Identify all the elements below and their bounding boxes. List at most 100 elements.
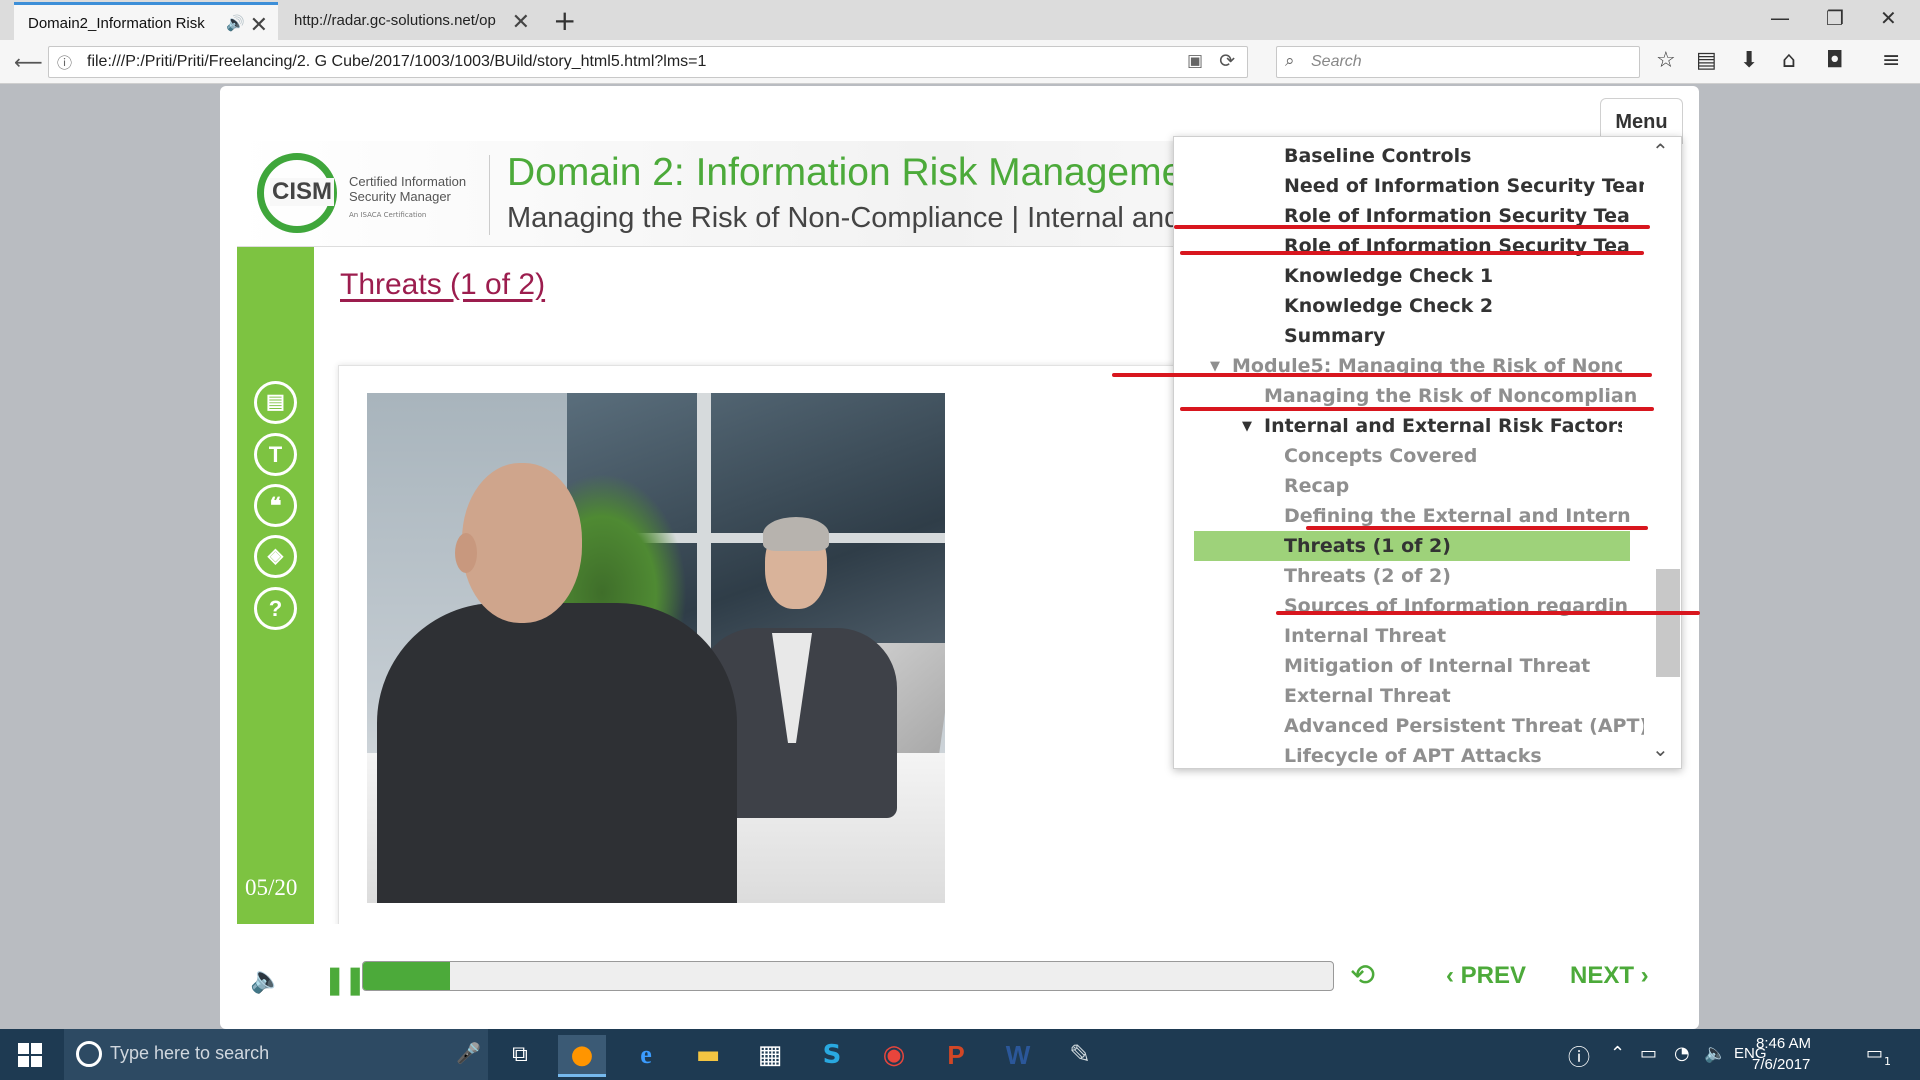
task-view-icon[interactable]: ⧉ [496, 1035, 544, 1077]
search-icon: ⌕ [1285, 51, 1295, 71]
logo-caption: Certified Information Security Manager [349, 174, 466, 204]
menu-item-label: Managing the Risk of Noncomplian [1264, 385, 1638, 407]
photo-ear [455, 533, 477, 573]
logo-text: CISM [270, 178, 334, 206]
pause-button[interactable]: ❚❚ [323, 963, 367, 996]
menu-dropdown: Baseline Controls Need of Information Sec… [1173, 136, 1682, 769]
notification-icon[interactable]: ▭ [1866, 1043, 1883, 1064]
bookmark-star-icon[interactable]: ☆ [1656, 48, 1676, 73]
annotation-line [1112, 373, 1652, 377]
wifi-icon[interactable]: ◔ [1674, 1043, 1690, 1064]
close-tab-icon[interactable]: ✕ [250, 12, 268, 38]
resources-icon[interactable]: ◈ [254, 535, 297, 578]
download-icon[interactable]: ⬇ [1740, 48, 1758, 73]
minimize-icon[interactable]: — [1770, 6, 1790, 30]
menu-item-label: Threats (1 of 2) [1284, 535, 1451, 557]
store-icon[interactable]: ▦ [746, 1035, 794, 1077]
pocket-icon[interactable]: ◘ [1826, 48, 1843, 73]
word-icon[interactable]: W [994, 1035, 1042, 1077]
close-tab-icon[interactable]: ✕ [512, 9, 530, 35]
annotation-line [1276, 611, 1700, 615]
windows-taskbar: Type here to search 🎤 ⧉ ● e ▬ ▦ S ◉ P W … [0, 1029, 1920, 1080]
menu-item-label: Internal and External Risk Factors [1264, 415, 1622, 437]
quote-icon[interactable]: ❝ [254, 484, 297, 527]
slide-sidebar: ▤ T ❝ ◈ ? 05/20 [237, 247, 314, 924]
notes-icon[interactable]: ▤ [254, 381, 297, 424]
menu-item-current[interactable]: Threats (1 of 2) [1194, 531, 1630, 561]
help-tray-icon[interactable]: ⓘ [1568, 1040, 1590, 1072]
back-icon[interactable]: ⟵ [14, 50, 43, 74]
transcript-icon[interactable]: T [254, 433, 297, 476]
reload-icon[interactable]: ⟳ [1219, 50, 1235, 72]
cism-logo: CISM Certified Information Security Mana… [257, 151, 467, 236]
menu-item[interactable]: Summary [1284, 321, 1644, 351]
windows-start-icon[interactable] [18, 1043, 42, 1067]
hamburger-menu-icon[interactable]: ≡ [1882, 48, 1900, 73]
menu-item[interactable]: Advanced Persistent Threat (APT) [1284, 711, 1644, 741]
menu-item[interactable]: Knowledge Check 2 [1284, 291, 1644, 321]
menu-item-label: Role of Information Security Tea [1284, 205, 1630, 227]
menu-scrollbar-thumb[interactable] [1656, 569, 1680, 677]
meeting-photo [367, 393, 945, 903]
new-tab-button[interactable]: + [553, 4, 576, 37]
prev-button[interactable]: ‹ PREV [1446, 962, 1526, 990]
chevron-down-icon[interactable]: ⌄ [1652, 737, 1669, 761]
caret-down-icon[interactable]: ▼ [1210, 359, 1220, 374]
tab-active[interactable]: Domain2_Information Risk M 🔊 ✕ [14, 2, 278, 40]
page-counter: 05/20 [245, 875, 298, 900]
chevron-up-icon[interactable]: ⌃ [1610, 1043, 1625, 1064]
tab-inactive[interactable]: http://radar.gc-solutions.net/op ✕ [280, 2, 540, 40]
volume-icon[interactable]: 🔈 [1704, 1043, 1726, 1064]
caret-down-icon[interactable]: ▼ [1242, 419, 1252, 434]
powerpoint-icon[interactable]: P [932, 1035, 980, 1077]
clock-time[interactable]: 8:46 AM [1756, 1035, 1811, 1052]
menu-item-label: Concepts Covered [1284, 445, 1478, 467]
microphone-icon[interactable]: 🎤 [456, 1041, 481, 1065]
search-placeholder: Search [1311, 53, 1362, 70]
menu-item[interactable]: External Threat [1284, 681, 1644, 711]
taskbar-search-input[interactable]: Type here to search 🎤 [64, 1029, 488, 1080]
speaker-icon[interactable]: 🔊 [226, 14, 245, 32]
next-button[interactable]: NEXT › [1570, 962, 1649, 990]
menu-item-label: Defining the External and Intern [1284, 505, 1631, 527]
replay-icon[interactable]: ⟲ [1350, 958, 1375, 993]
chevron-up-icon[interactable]: ⌃ [1652, 139, 1669, 163]
close-window-icon[interactable]: ✕ [1880, 6, 1897, 30]
menu-item[interactable]: Role of Information Security Tea [1284, 231, 1644, 261]
clock-date[interactable]: 7/6/2017 [1752, 1056, 1810, 1073]
menu-item[interactable]: Baseline Controls [1284, 141, 1644, 171]
menu-item[interactable]: Threats (2 of 2) [1284, 561, 1644, 591]
menu-item-label: Recap [1284, 475, 1350, 497]
menu-item-label: Mitigation of Internal Threat [1284, 655, 1591, 677]
menu-item[interactable]: Need of Information Security Team [1284, 171, 1644, 201]
menu-item[interactable]: Concepts Covered [1284, 441, 1644, 471]
chrome-icon[interactable]: ◉ [870, 1035, 918, 1077]
menu-item[interactable]: Recap [1284, 471, 1644, 501]
info-icon[interactable]: ⓘ [57, 52, 72, 73]
home-icon[interactable]: ⌂ [1782, 48, 1796, 73]
menu-item[interactable]: ▼ Internal and External Risk Factors [1242, 411, 1622, 441]
library-icon[interactable]: ▤ [1696, 48, 1717, 73]
seek-bar[interactable] [362, 961, 1334, 991]
menu-item[interactable]: Lifecycle of APT Attacks [1284, 741, 1644, 768]
help-icon[interactable]: ? [254, 587, 297, 630]
volume-icon[interactable]: 🔈 [250, 965, 282, 995]
menu-item-label: Lifecycle of APT Attacks [1284, 745, 1542, 767]
menu-item[interactable]: Mitigation of Internal Threat [1284, 651, 1644, 681]
file-explorer-icon[interactable]: ▬ [684, 1035, 732, 1077]
skype-icon[interactable]: S [808, 1035, 856, 1077]
header-divider [489, 155, 490, 235]
menu-item[interactable]: Knowledge Check 1 [1284, 261, 1644, 291]
battery-icon[interactable]: ▭ [1640, 1043, 1657, 1064]
menu-item-label: Knowledge Check 2 [1284, 295, 1494, 317]
paint-icon[interactable]: ✎ [1056, 1035, 1104, 1077]
menu-item[interactable]: Sources of Information regardin [1284, 591, 1644, 621]
menu-item-label: Baseline Controls [1284, 145, 1472, 167]
restore-icon[interactable]: ❐ [1826, 6, 1844, 30]
menu-item[interactable]: Internal Threat [1284, 621, 1644, 651]
reader-view-icon[interactable]: ▣ [1187, 51, 1203, 71]
address-bar[interactable]: ⓘ file:///P:/Priti/Priti/Freelancing/2. … [48, 46, 1248, 78]
firefox-icon[interactable]: ● [558, 1035, 606, 1077]
search-input[interactable]: ⌕ Search [1276, 46, 1640, 78]
edge-icon[interactable]: e [622, 1035, 670, 1077]
